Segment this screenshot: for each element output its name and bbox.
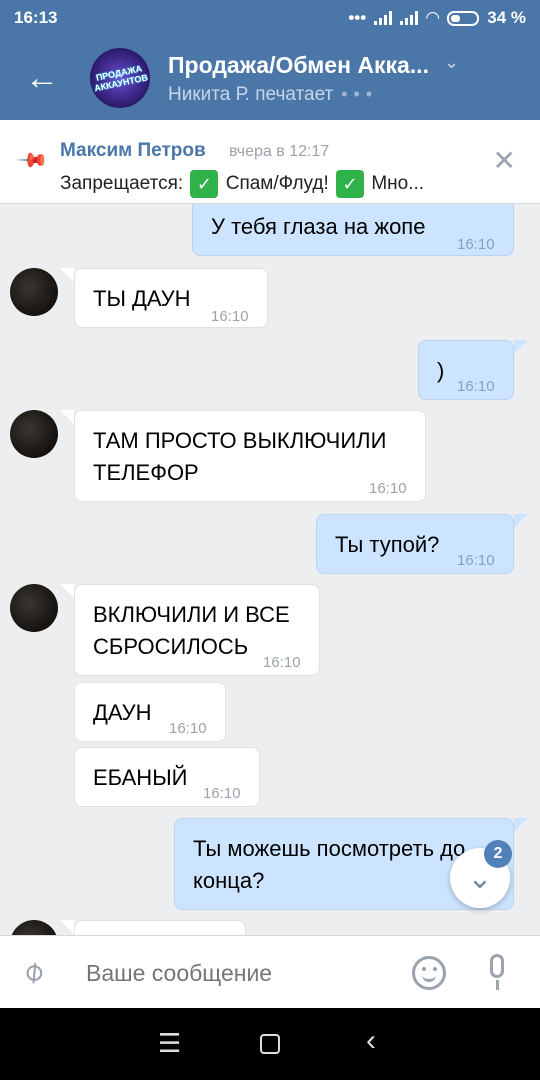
message-text: ТАМ ПРОСТО ВЫКЛЮЧИЛИ: [93, 428, 387, 453]
message-text: ТЫ ДАУН: [93, 286, 191, 311]
avatar[interactable]: [10, 920, 58, 935]
avatar-logo: ПРОДАЖА АККАУНТОВ: [93, 63, 149, 94]
message-time: 16:10: [169, 720, 207, 737]
signal-icon-2: [400, 11, 419, 25]
pinned-text: Запрещается: ✓ Спам/Флуд! ✓ Мно...: [60, 170, 424, 198]
arrow-left-icon: ←: [25, 59, 59, 97]
message-time: 16:10: [457, 236, 495, 253]
back-icon[interactable]: ‹: [366, 1024, 376, 1058]
avatar[interactable]: [10, 410, 58, 458]
input-bar: ⌀: [0, 935, 540, 1008]
pinned-time: вчера в 12:17: [229, 143, 330, 160]
pinned-item-1: Спам/Флуд!: [225, 173, 329, 195]
emoji-icon[interactable]: [412, 956, 446, 990]
pinned-item-2: Мно...: [371, 173, 425, 195]
chevron-down-icon[interactable]: ⌄: [444, 52, 459, 73]
chat-title[interactable]: Продажа/Обмен Акка...: [168, 52, 429, 79]
chat-header: ← ПРОДАЖА АККАУНТОВ Продажа/Обмен Акка..…: [0, 36, 540, 120]
bubble-tail: [60, 920, 74, 934]
more-dots-icon: •••: [348, 8, 367, 27]
chevron-down-icon: ⌄: [467, 861, 493, 895]
message-text: Ты тупой?: [335, 532, 440, 557]
bubble-tail: [514, 340, 528, 354]
check-icon-2: ✓: [336, 170, 365, 198]
message-out[interactable]: ) 16:10: [418, 340, 514, 400]
home-icon[interactable]: [260, 1034, 280, 1054]
battery-level: 34 %: [487, 8, 526, 27]
bubble-tail: [60, 268, 74, 282]
message-input[interactable]: [86, 956, 386, 990]
message-in[interactable]: ЕБАНЫЙ 16:10: [74, 747, 260, 807]
bubble-tail: [514, 514, 528, 528]
message-time: 16:10: [457, 552, 495, 569]
message-text-line2: ТЕЛЕФОР: [93, 460, 199, 485]
typing-text: Никита Р. печатает: [168, 84, 334, 105]
pinned-author: Максим Петров: [60, 140, 206, 161]
close-icon[interactable]: ✕: [493, 144, 516, 177]
bubble-tail: [60, 410, 74, 424]
pinned-prefix: Запрещается:: [60, 173, 184, 195]
message-text: ЕБАНЫЙ: [93, 765, 188, 790]
unread-badge: 2: [484, 840, 512, 868]
message-time: 16:10: [369, 480, 407, 497]
chat-avatar[interactable]: ПРОДАЖА АККАУНТОВ: [90, 48, 150, 108]
typing-dots-icon: •••: [341, 84, 379, 104]
battery-icon: [447, 10, 480, 26]
check-icon: ✓: [190, 170, 219, 198]
message-time: 16:10: [263, 654, 301, 671]
message-time: 16:10: [211, 308, 249, 325]
message-time: 16:10: [457, 378, 495, 395]
message-in[interactable]: ТЫ ДАУН 16:10: [74, 268, 268, 328]
typing-status: Никита Р. печатает •••: [168, 84, 378, 106]
mic-stand: [496, 980, 499, 990]
system-nav-bar: ☰ ‹: [0, 1008, 540, 1080]
message-in[interactable]: ТАМ ПРОСТО ВЫКЛЮЧИЛИ ТЕЛЕФОР 16:10: [74, 410, 426, 502]
message-time: 16:10: [203, 785, 241, 802]
status-icons: ••• ◠ 34 %: [348, 8, 526, 28]
message-text: У тебя глаза на жопе: [211, 214, 426, 239]
signal-icon: [374, 11, 393, 25]
pin-icon: 📌: [15, 144, 49, 178]
message-text: ДАУН: [93, 700, 152, 725]
message-text: ): [437, 358, 445, 383]
wifi-icon: ◠: [426, 8, 440, 27]
bubble-tail: [514, 818, 528, 832]
message-text-line2: конца?: [193, 868, 265, 893]
avatar[interactable]: [10, 268, 58, 316]
message-out[interactable]: Ты тупой? 16:10: [316, 514, 514, 574]
message-feed[interactable]: У тебя глаза на жопе 16:10 ТЫ ДАУН 16:10…: [0, 204, 540, 935]
message-in[interactable]: ВКЛЮЧИЛИ И ВСЕ СБРОСИЛОСЬ 16:10: [74, 584, 320, 676]
message-text: ВКЛЮЧИЛИ И ВСЕ: [93, 602, 290, 627]
message-text: Ты можешь посмотреть до: [193, 836, 466, 861]
mic-capsule: [490, 954, 504, 978]
avatar[interactable]: [10, 584, 58, 632]
message-text-line2: СБРОСИЛОСЬ: [93, 634, 249, 659]
microphone-icon[interactable]: [486, 954, 508, 992]
pinned-message[interactable]: 📌 Максим Петров вчера в 12:17 Запрещаетс…: [0, 120, 540, 204]
status-time: 16:13: [14, 8, 58, 27]
menu-icon[interactable]: ☰: [158, 1028, 181, 1059]
status-bar: 16:13 ••• ◠ 34 %: [0, 0, 540, 36]
paperclip-icon[interactable]: ⌀: [15, 952, 51, 990]
back-button[interactable]: ←: [22, 58, 62, 98]
message-in[interactable]: ДАУН 16:10: [74, 682, 226, 742]
message-out[interactable]: У тебя глаза на жопе 16:10: [192, 204, 514, 256]
bubble-tail: [60, 584, 74, 598]
message-in-partial[interactable]: [74, 920, 246, 935]
